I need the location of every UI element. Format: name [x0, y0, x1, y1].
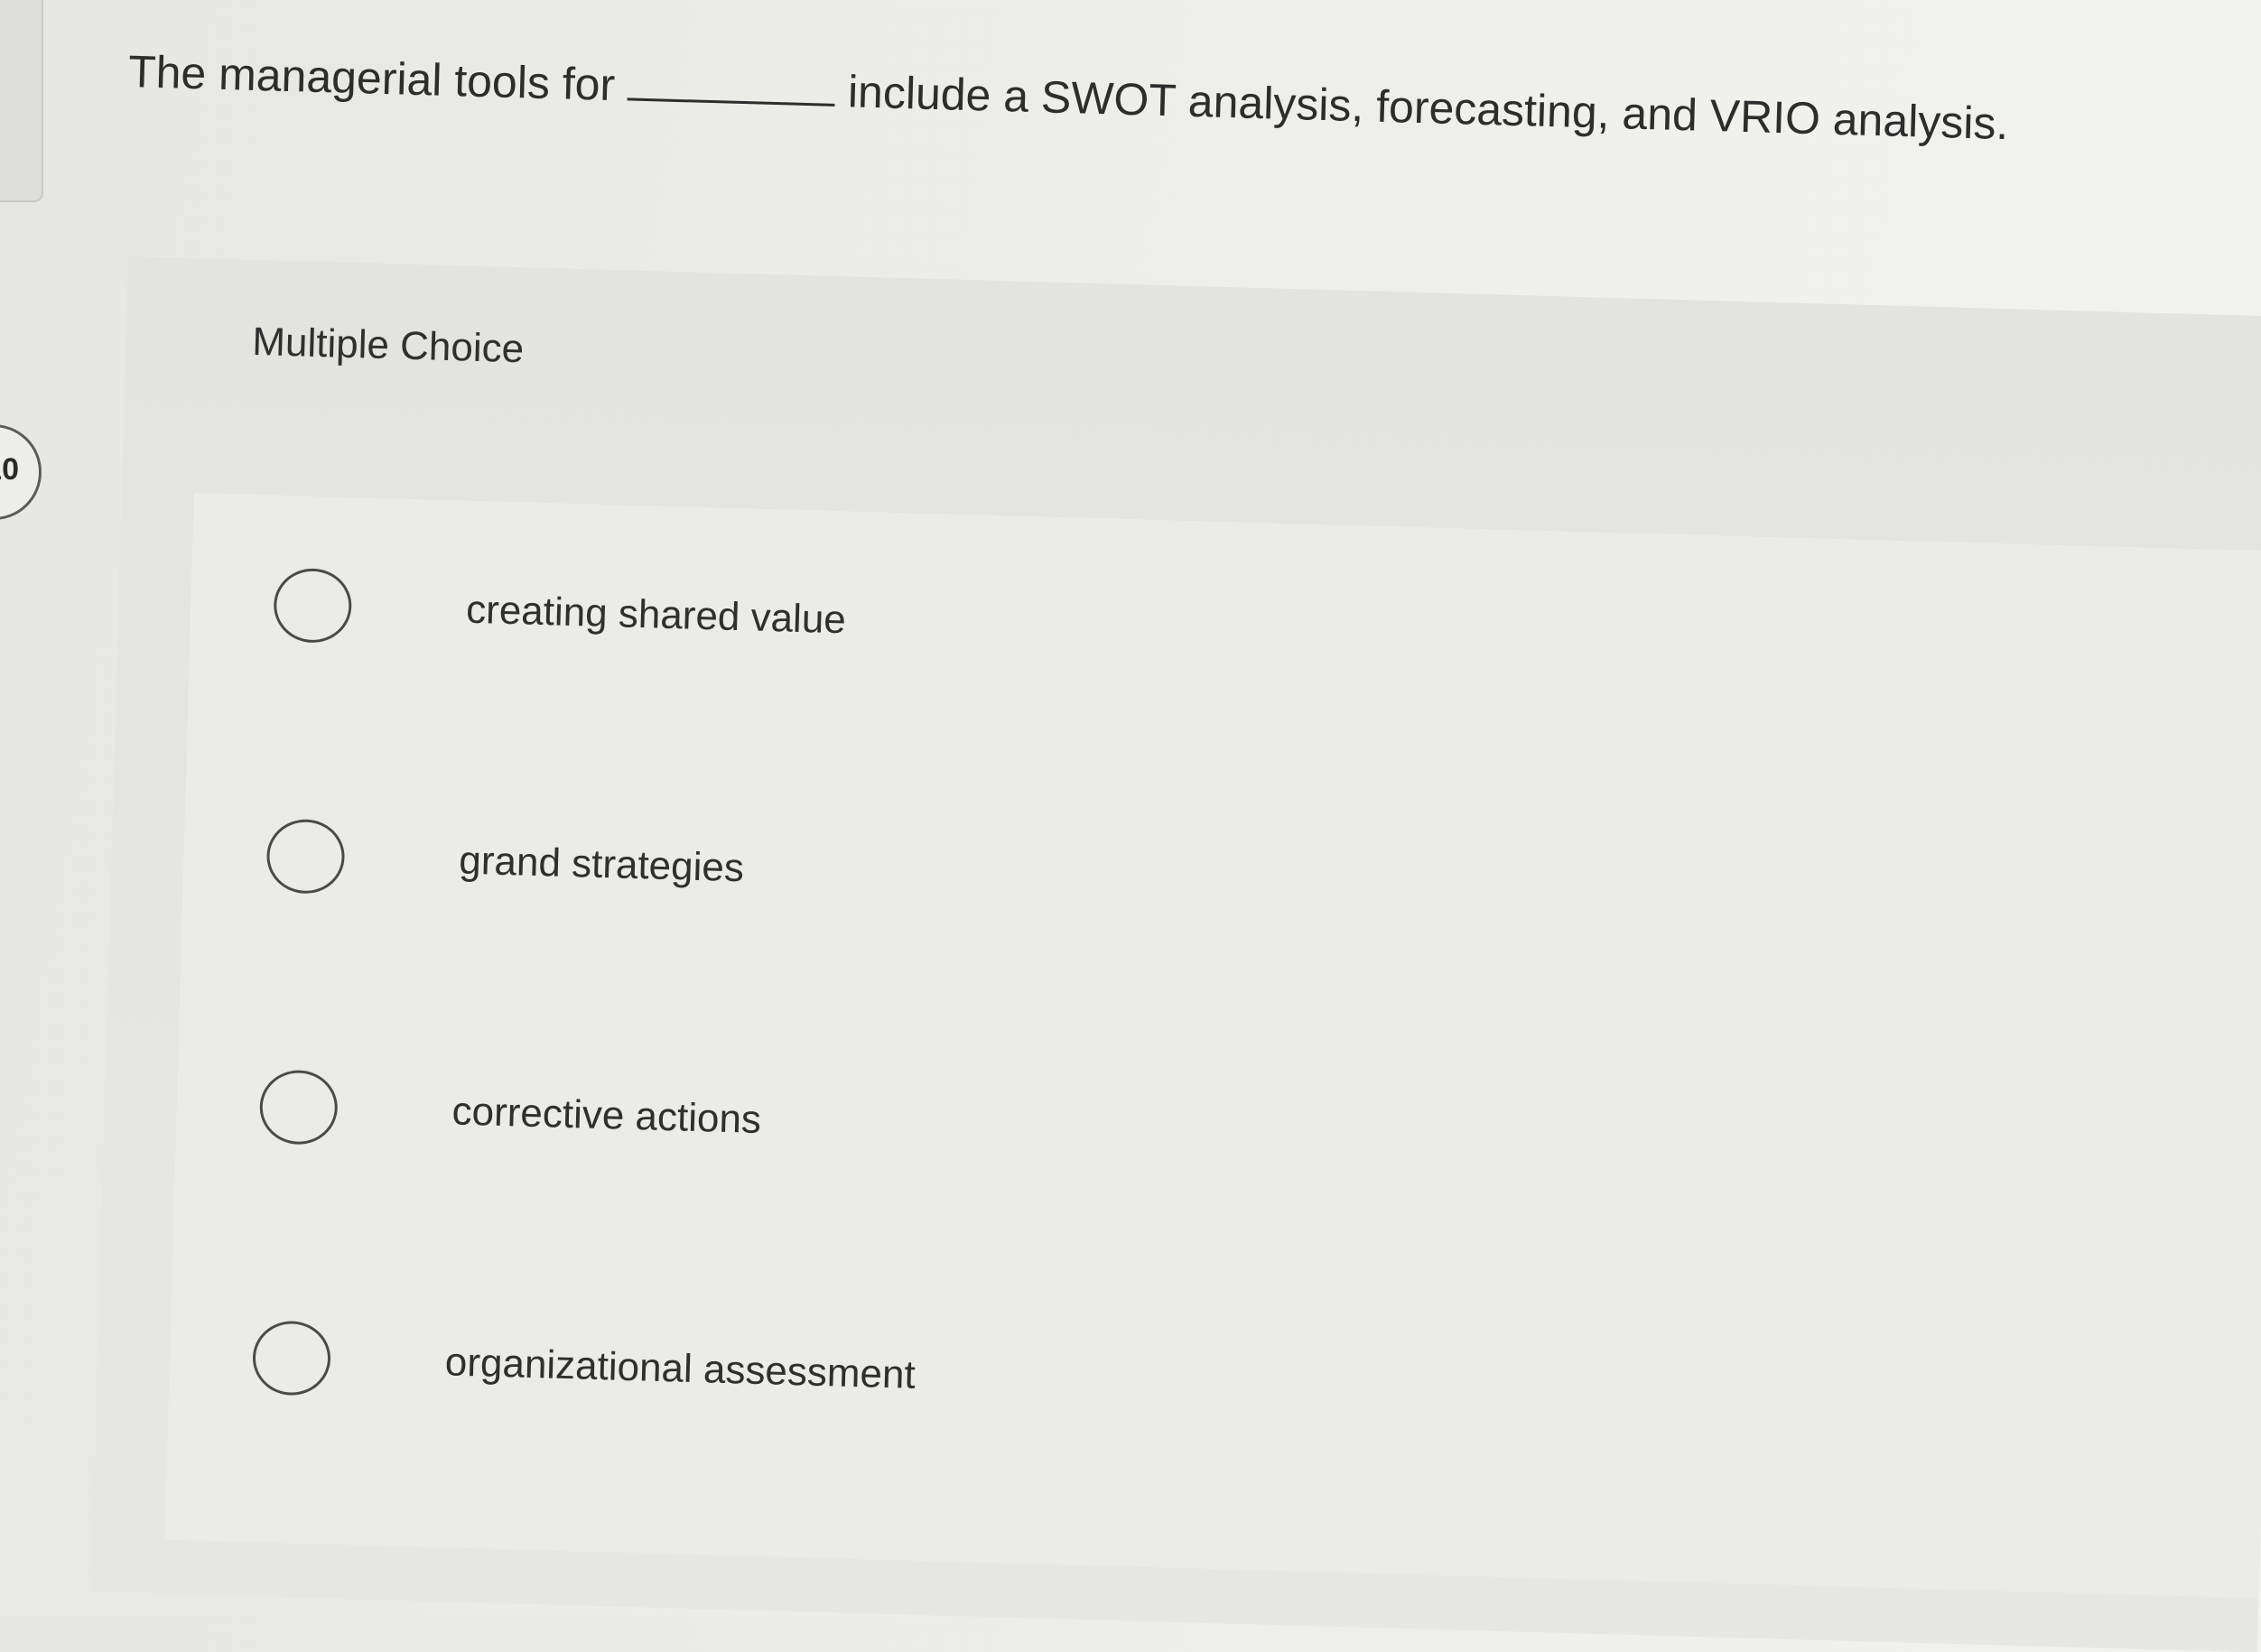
answer-option-label[interactable]: corrective actions	[451, 1089, 762, 1143]
answer-options-list: creating shared value grand strategies c…	[164, 493, 2261, 1599]
answer-option[interactable]: corrective actions	[173, 995, 2261, 1279]
question-text-before-blank: The managerial tools for	[127, 45, 616, 111]
question-type-label: Multiple Choice	[251, 319, 525, 372]
answer-option[interactable]: organizational assessment	[166, 1246, 2261, 1530]
answer-blank	[627, 97, 835, 107]
question-prompt: The managerial tools for include a SWOT a…	[127, 45, 2133, 153]
radio-button[interactable]	[251, 1320, 332, 1397]
question-number-badge: 10	[0, 424, 42, 520]
radio-button[interactable]	[258, 1069, 339, 1146]
answer-option-label[interactable]: creating shared value	[466, 588, 847, 644]
left-panel-tab	[0, 0, 43, 202]
answer-option[interactable]: grand strategies	[181, 744, 2261, 1028]
radio-button[interactable]	[265, 818, 346, 895]
radio-button[interactable]	[273, 567, 353, 645]
multiple-choice-panel: Multiple Choice creating shared value gr…	[90, 256, 2261, 1652]
answer-option-label[interactable]: organizational assessment	[444, 1340, 916, 1398]
question-number: 10	[0, 452, 19, 487]
question-text-after-blank: include a SWOT analysis, forecasting, an…	[847, 66, 2010, 150]
answer-option-label[interactable]: grand strategies	[459, 839, 745, 892]
answer-option[interactable]: creating shared value	[188, 493, 2261, 777]
